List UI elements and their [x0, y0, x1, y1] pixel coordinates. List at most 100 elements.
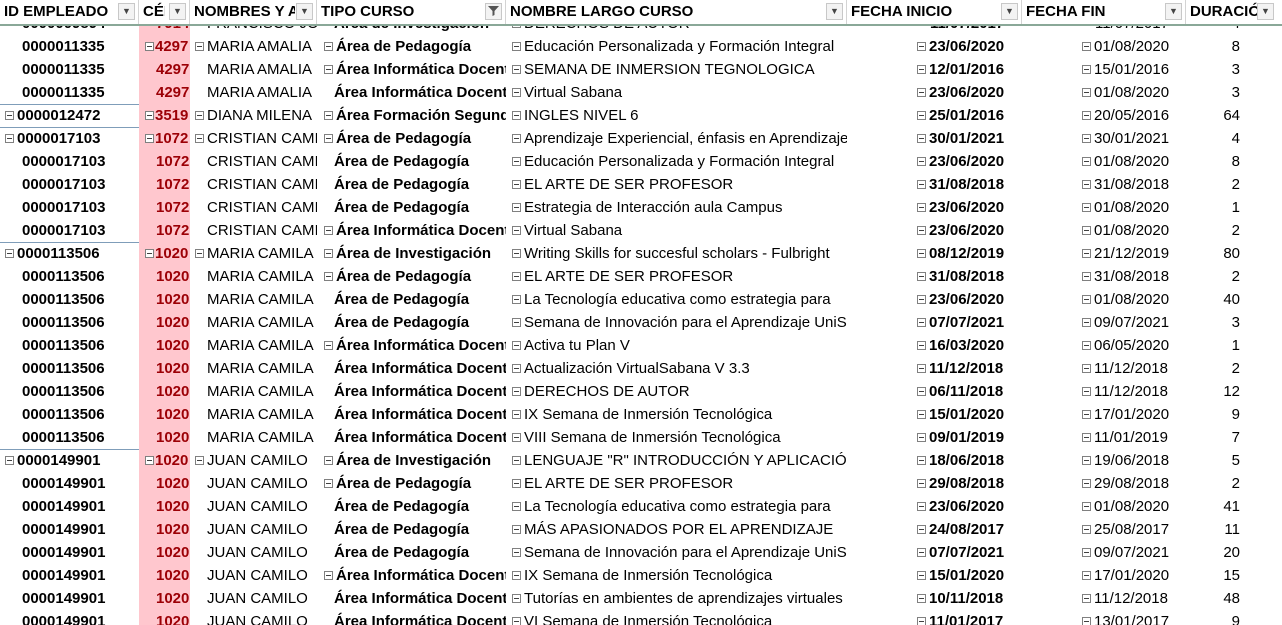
collapse-minus-icon[interactable] [512, 478, 521, 488]
cell-tipo-curso[interactable]: Área Informática Docente [317, 610, 506, 625]
cell-cedula[interactable]: 1020 [139, 357, 190, 380]
collapse-minus-icon[interactable] [1082, 133, 1091, 143]
cell-fecha-inicio[interactable]: 31/08/2018 [847, 173, 1022, 196]
cell-tipo-curso[interactable]: Área de Investigación [317, 26, 506, 35]
cell-fecha-fin[interactable]: 29/08/2018 [1022, 472, 1186, 495]
collapse-minus-icon[interactable] [917, 133, 926, 143]
collapse-minus-icon[interactable] [1082, 87, 1091, 97]
cell-fecha-fin[interactable]: 09/07/2021 [1022, 541, 1186, 564]
cell-cedula[interactable]: 1020 [139, 564, 190, 587]
cell-duracion[interactable]: 2 [1186, 265, 1240, 288]
table-row[interactable]: 0000011335 4297 MARIA AMALIA Área Informáti… [0, 58, 1282, 81]
header-nombres[interactable]: NOMBRES Y APELLIDOS ▼ [190, 0, 317, 24]
cell-id-empleado[interactable]: 0000149901 [0, 518, 139, 541]
collapse-minus-icon[interactable] [195, 133, 204, 143]
cell-fecha-fin[interactable]: 17/01/2020 [1022, 564, 1186, 587]
cell-duracion[interactable]: 2 [1186, 219, 1240, 242]
cell-duracion[interactable]: 20 [1186, 541, 1240, 564]
cell-fecha-inicio[interactable]: 11/12/2018 [847, 357, 1022, 380]
collapse-minus-icon[interactable] [1082, 386, 1091, 396]
collapse-minus-icon[interactable] [917, 225, 926, 235]
cell-cedula[interactable]: 1020 [139, 518, 190, 541]
cell-id-empleado[interactable]: 0000009894 [0, 26, 139, 35]
collapse-minus-icon[interactable] [1082, 110, 1091, 120]
collapse-minus-icon[interactable] [145, 455, 154, 465]
cell-fecha-inicio[interactable]: 23/06/2020 [847, 495, 1022, 518]
cell-id-empleado[interactable]: 0000149901 [0, 564, 139, 587]
cell-nombre-largo-curso[interactable]: VI Semana de Inmersión Tecnológica [506, 610, 847, 625]
cell-duracion[interactable]: 80 [1186, 242, 1240, 265]
collapse-minus-icon[interactable] [512, 524, 521, 534]
collapse-minus-icon[interactable] [1082, 179, 1091, 189]
cell-tipo-curso[interactable]: Área de Pedagogía [317, 495, 506, 518]
cell-nombre-largo-curso[interactable]: EL ARTE DE SER PROFESOR [506, 173, 847, 196]
collapse-minus-icon[interactable] [512, 570, 521, 580]
cell-nombre-largo-curso[interactable]: Tutorías en ambientes de aprendizajes vi… [506, 587, 847, 610]
collapse-minus-icon[interactable] [917, 524, 926, 534]
cell-fecha-inicio[interactable]: 31/08/2018 [847, 265, 1022, 288]
cell-nombres[interactable]: JUAN CAMILO [190, 610, 317, 625]
cell-id-empleado[interactable]: 0000113506 [0, 288, 139, 311]
cell-nombres[interactable]: DIANA MILENA [190, 104, 317, 127]
cell-id-empleado[interactable]: 0000017103 [0, 219, 139, 242]
cell-tipo-curso[interactable]: Área Informática Docente [317, 587, 506, 610]
cell-fecha-inicio[interactable]: 11/07/2017 [847, 26, 1022, 35]
collapse-minus-icon[interactable] [512, 202, 521, 212]
cell-fecha-fin[interactable]: 31/08/2018 [1022, 265, 1186, 288]
cell-nombres[interactable]: MARIA AMALIA [190, 58, 317, 81]
cell-nombres[interactable]: MARIA CAMILA [190, 311, 317, 334]
header-fecha-fin[interactable]: FECHA FIN ▼ [1022, 0, 1186, 24]
table-row[interactable]: 0000017103 1072 CRISTIAN CAMILO Área de Ped… [0, 196, 1282, 219]
cell-tipo-curso[interactable]: Área Informática Docente [317, 380, 506, 403]
cell-id-empleado[interactable]: 0000113506 [0, 334, 139, 357]
cell-nombre-largo-curso[interactable]: Writing Skills for succesful scholars - … [506, 242, 847, 265]
cell-id-empleado[interactable]: 0000017103 [0, 196, 139, 219]
cell-tipo-curso[interactable]: Área de Pedagogía [317, 265, 506, 288]
cell-id-empleado[interactable]: 0000113506 [0, 311, 139, 334]
cell-duracion[interactable]: 4 [1186, 26, 1240, 35]
cell-id-empleado[interactable]: 0000113506 [0, 403, 139, 426]
cell-tipo-curso[interactable]: Área Informática Docente [317, 219, 506, 242]
table-row[interactable]: 0000149901 1020 JUAN CAMILO Área Informátic… [0, 610, 1282, 625]
cell-id-empleado[interactable]: 0000011335 [0, 81, 139, 104]
cell-nombre-largo-curso[interactable]: Educación Personalizada y Formación Inte… [506, 150, 847, 173]
collapse-minus-icon[interactable] [512, 432, 521, 442]
cell-tipo-curso[interactable]: Área Informática Docente [317, 403, 506, 426]
cell-fecha-inicio[interactable]: 12/01/2016 [847, 58, 1022, 81]
cell-id-empleado[interactable]: 0000012472 [0, 104, 139, 127]
cell-duracion[interactable]: 8 [1186, 35, 1240, 58]
cell-duracion[interactable]: 9 [1186, 610, 1240, 625]
header-id-empleado[interactable]: ID EMPLEADO ▼ [0, 0, 139, 24]
cell-fecha-inicio[interactable]: 24/08/2017 [847, 518, 1022, 541]
cell-nombre-largo-curso[interactable]: Estrategia de Interacción aula Campus [506, 196, 847, 219]
collapse-minus-icon[interactable] [324, 271, 333, 281]
cell-tipo-curso[interactable]: Área de Pedagogía [317, 150, 506, 173]
collapse-minus-icon[interactable] [512, 41, 521, 51]
collapse-minus-icon[interactable] [917, 340, 926, 350]
cell-cedula[interactable]: 1072 [139, 127, 190, 150]
collapse-minus-icon[interactable] [324, 478, 333, 488]
table-row[interactable]: 0000011335 4297 MARIA AMALIA Área de Pedago… [0, 35, 1282, 58]
cell-cedula[interactable]: 7914 [139, 26, 190, 35]
collapse-minus-icon[interactable] [324, 225, 333, 235]
collapse-minus-icon[interactable] [512, 87, 521, 97]
cell-nombres[interactable]: JUAN CAMILO [190, 541, 317, 564]
collapse-minus-icon[interactable] [917, 64, 926, 74]
cell-cedula[interactable]: 1072 [139, 196, 190, 219]
collapse-minus-icon[interactable] [1082, 570, 1091, 580]
cell-cedula[interactable]: 1020 [139, 311, 190, 334]
cell-nombre-largo-curso[interactable]: EL ARTE DE SER PROFESOR [506, 265, 847, 288]
cell-fecha-inicio[interactable]: 23/06/2020 [847, 219, 1022, 242]
cell-nombre-largo-curso[interactable]: IX Semana de Inmersión Tecnológica [506, 403, 847, 426]
header-fecha-inicio[interactable]: FECHA INICIO ▼ [847, 0, 1022, 24]
collapse-minus-icon[interactable] [917, 386, 926, 396]
cell-duracion[interactable]: 3 [1186, 311, 1240, 334]
cell-cedula[interactable]: 1020 [139, 265, 190, 288]
cell-id-empleado[interactable]: 0000017103 [0, 127, 139, 150]
cell-fecha-fin[interactable]: 06/05/2020 [1022, 334, 1186, 357]
cell-cedula[interactable]: 1020 [139, 587, 190, 610]
cell-tipo-curso[interactable]: Área Formación Segundo Idioma [317, 104, 506, 127]
cell-nombre-largo-curso[interactable]: Activa tu Plan V [506, 334, 847, 357]
cell-fecha-fin[interactable]: 20/05/2016 [1022, 104, 1186, 127]
cell-nombre-largo-curso[interactable]: SEMANA DE INMERSION TEGNOLOGICA [506, 58, 847, 81]
